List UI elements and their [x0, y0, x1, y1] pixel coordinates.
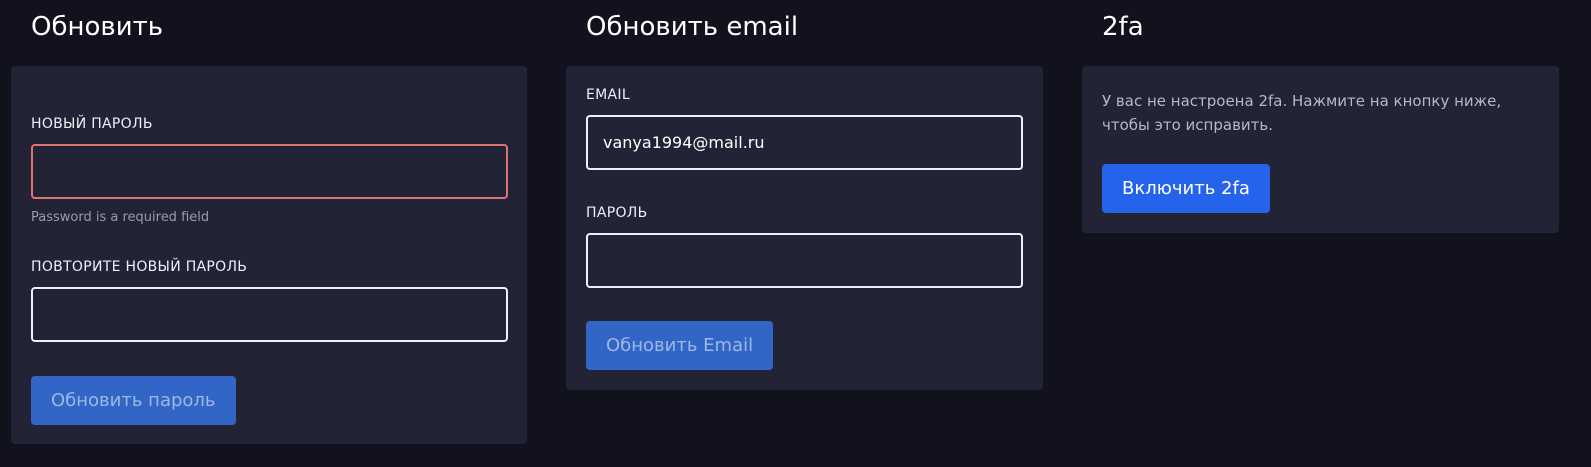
- email-section-title: Обновить email: [586, 12, 799, 42]
- update-password-button[interactable]: Обновить пароль: [31, 376, 236, 425]
- new-password-label: НОВЫЙ ПАРОЛЬ: [31, 116, 153, 132]
- twofa-card: У вас не настроена 2fa. Нажмите на кнопк…: [1082, 66, 1559, 233]
- email-card: EMAIL ПАРОЛЬ Обновить Email: [566, 66, 1043, 390]
- new-password-error: Password is a required field: [31, 210, 210, 225]
- email-password-input[interactable]: [586, 233, 1023, 288]
- twofa-description: У вас не настроена 2fa. Нажмите на кнопк…: [1102, 92, 1502, 134]
- email-input[interactable]: [586, 115, 1023, 170]
- email-label: EMAIL: [586, 87, 630, 103]
- email-password-label: ПАРОЛЬ: [586, 205, 648, 221]
- enable-2fa-button[interactable]: Включить 2fa: [1102, 164, 1270, 213]
- update-email-button[interactable]: Обновить Email: [586, 321, 774, 370]
- password-section-title: Обновить: [31, 12, 164, 42]
- password-card: НОВЫЙ ПАРОЛЬ Password is a required fiel…: [11, 66, 527, 444]
- new-password-input[interactable]: [31, 144, 508, 199]
- repeat-password-label: ПОВТОРИТЕ НОВЫЙ ПАРОЛЬ: [31, 259, 248, 275]
- twofa-section-title: 2fa: [1102, 12, 1144, 42]
- repeat-password-input[interactable]: [31, 287, 508, 342]
